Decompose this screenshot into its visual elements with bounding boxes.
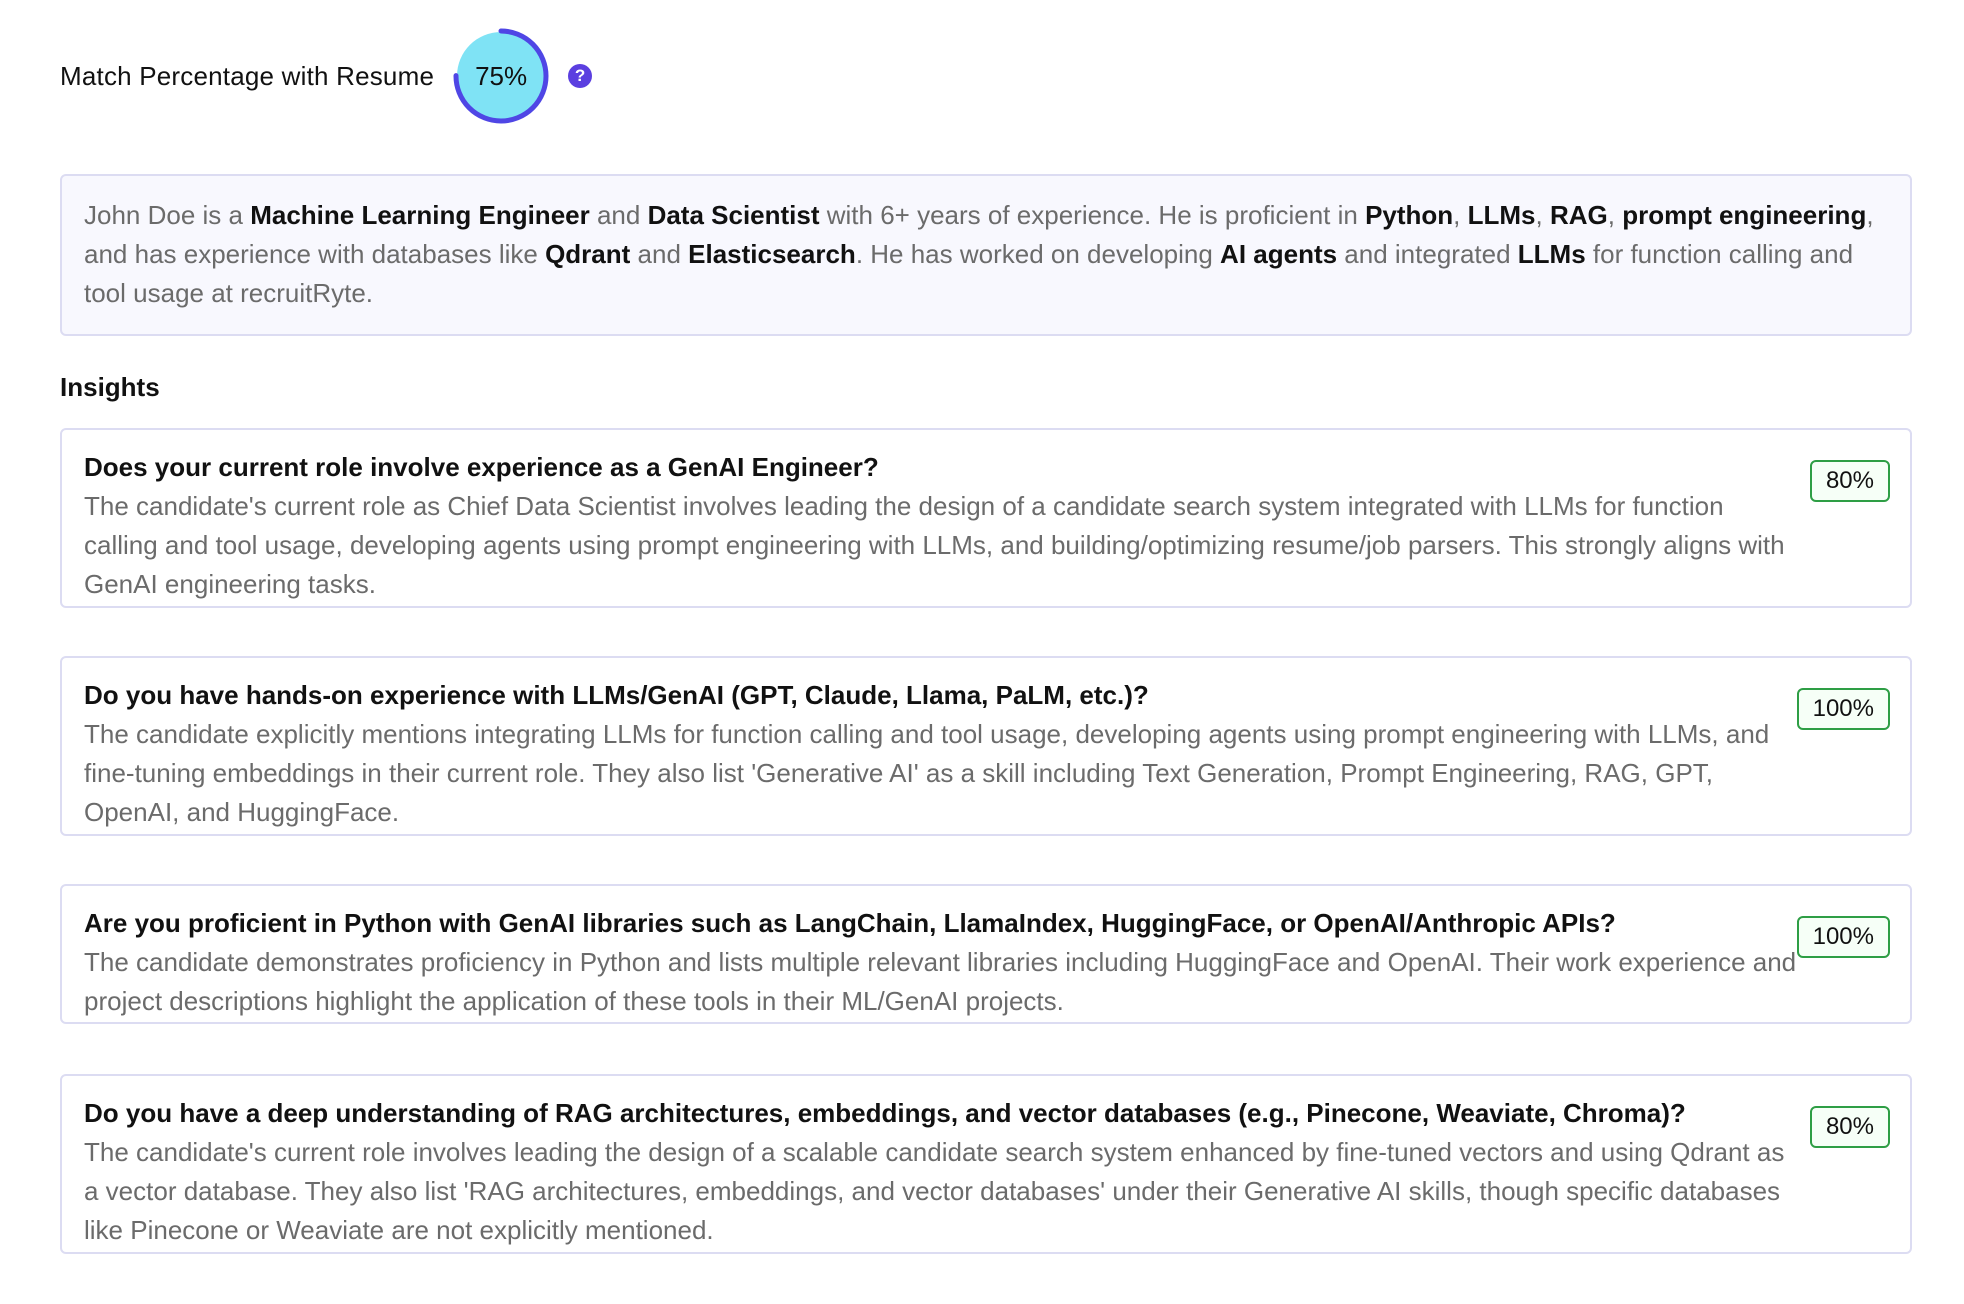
summary-keyword: Machine Learning Engineer bbox=[250, 200, 590, 230]
insight-score-badge: 80% bbox=[1809, 460, 1890, 502]
insight-answer: The candidate demonstrates proficiency i… bbox=[84, 947, 1797, 1016]
summary-text: John Doe is a bbox=[84, 200, 251, 230]
insight-score-badge: 80% bbox=[1809, 1106, 1890, 1148]
summary-text: and bbox=[630, 239, 689, 269]
insight-card: Do you have a deep understanding of RAG … bbox=[60, 1074, 1912, 1254]
summary-text: and bbox=[589, 200, 648, 230]
summary-keyword: Data Scientist bbox=[647, 200, 820, 230]
summary-text: and integrated bbox=[1337, 239, 1518, 269]
question-circle-icon[interactable]: ? bbox=[568, 64, 593, 88]
summary-text: with 6+ years of experience. He is profi… bbox=[819, 200, 1366, 230]
insight-card: Are you proficient in Python with GenAI … bbox=[60, 884, 1912, 1024]
summary-keyword: Qdrant bbox=[545, 239, 631, 269]
summary-keyword: LLMs bbox=[1517, 239, 1586, 269]
summary-keyword: LLMs bbox=[1467, 200, 1536, 230]
insight-score-badge: 100% bbox=[1796, 688, 1890, 730]
resume-match-page: Match Percentage with Resume 75% ? John … bbox=[0, 0, 1964, 1304]
insight-card: Do you have hands-on experience with LLM… bbox=[60, 656, 1912, 836]
match-percentage-value: 75% bbox=[475, 60, 528, 91]
insight-question: Are you proficient in Python with GenAI … bbox=[84, 908, 1616, 938]
summary-text: . He has worked on developing bbox=[855, 239, 1221, 269]
match-percentage-ring: 75% bbox=[452, 27, 550, 125]
match-percentage-row: Match Percentage with Resume 75% ? bbox=[60, 24, 593, 128]
summary-keyword: prompt engineering bbox=[1622, 200, 1867, 230]
insight-card: Does your current role involve experienc… bbox=[60, 428, 1912, 608]
candidate-summary: John Doe is a Machine Learning Engineer … bbox=[60, 174, 1912, 336]
insight-score-badge: 100% bbox=[1796, 916, 1890, 958]
summary-keyword: Python bbox=[1365, 200, 1454, 230]
insight-answer: The candidate's current role as Chief Da… bbox=[84, 491, 1785, 599]
insight-answer: The candidate explicitly mentions integr… bbox=[84, 719, 1770, 827]
summary-keyword: AI agents bbox=[1220, 239, 1338, 269]
summary-text: , bbox=[1535, 200, 1550, 230]
insights-heading: Insights bbox=[60, 372, 160, 402]
summary-text: , bbox=[1453, 200, 1468, 230]
insight-question: Do you have a deep understanding of RAG … bbox=[84, 1098, 1686, 1128]
match-percentage-label: Match Percentage with Resume bbox=[60, 60, 435, 91]
summary-keyword: RAG bbox=[1549, 200, 1608, 230]
insight-answer: The candidate's current role involves le… bbox=[84, 1137, 1785, 1245]
insight-question: Does your current role involve experienc… bbox=[84, 452, 879, 482]
summary-keyword: Elasticsearch bbox=[688, 239, 856, 269]
insight-question: Do you have hands-on experience with LLM… bbox=[84, 680, 1149, 710]
summary-text: , bbox=[1607, 200, 1623, 230]
